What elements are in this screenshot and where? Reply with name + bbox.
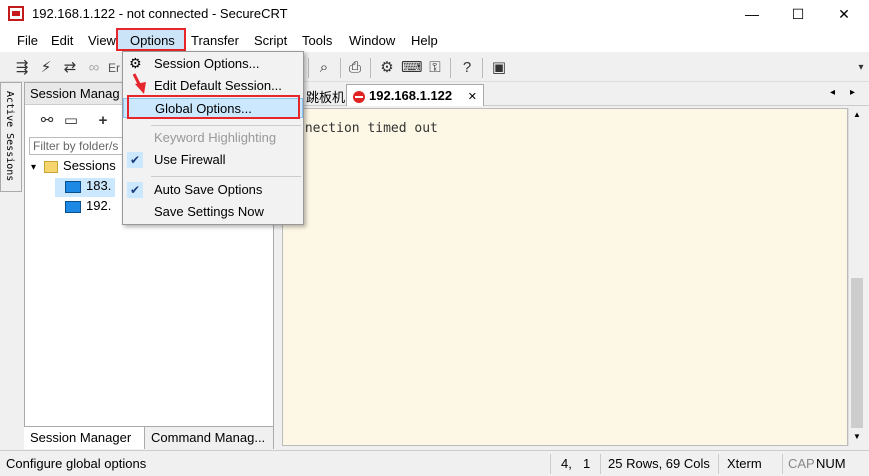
menu-edit-default-session[interactable]: Edit Default Session... [123, 76, 303, 96]
reconnect-icon[interactable]: ⇄ [60, 58, 80, 78]
menu-save-settings-now[interactable]: Save Settings Now [123, 202, 303, 222]
menu-use-firewall-label: Use Firewall [154, 152, 226, 167]
terminal-scrollbar[interactable]: ▲ ▼ [848, 108, 865, 446]
minimize-button[interactable]: — [729, 2, 775, 26]
menu-separator [151, 125, 301, 126]
close-icon[interactable]: ✕ [468, 91, 477, 103]
checkmark-icon: ✔ [127, 182, 143, 198]
active-sessions-tab[interactable]: Active Sessions [0, 82, 22, 192]
left-panel-tabs: Session Manager Command Manag... [24, 426, 274, 449]
status-term-type: Xterm [727, 456, 762, 471]
menu-script[interactable]: Script [254, 33, 287, 48]
quick-connect-icon[interactable]: ⚡ [36, 58, 56, 78]
scroll-down-icon[interactable]: ▼ [853, 432, 861, 441]
active-sessions-label: Active Sessions [4, 91, 15, 182]
help-icon[interactable]: ? [457, 58, 477, 78]
menu-view[interactable]: View [88, 33, 116, 48]
window-title: 192.168.1.122 - not connected - SecureCR… [32, 6, 288, 21]
link-icon[interactable]: ⚯ [37, 111, 57, 131]
status-cursor-col: 1 [583, 456, 591, 471]
menu-edit[interactable]: Edit [51, 33, 73, 48]
toolbar-separator [340, 58, 341, 78]
disconnect-icon[interactable]: ∞ [84, 58, 104, 78]
toolbar-separator [370, 58, 371, 78]
tree-folder-sessions[interactable]: ▾ Sessions [31, 158, 116, 177]
menu-tools[interactable]: Tools [302, 33, 332, 48]
annotation-arrow-icon [132, 73, 146, 94]
monitor-icon [65, 200, 81, 213]
menu-use-firewall[interactable]: ✔ Use Firewall [123, 150, 303, 170]
chevron-down-icon[interactable]: ▾ [31, 162, 36, 173]
toolbar-partial-label: Er [108, 61, 120, 75]
menu-auto-save-options-label: Auto Save Options [154, 182, 263, 197]
status-caps: CAP [788, 456, 815, 471]
add-icon[interactable]: + [93, 111, 113, 131]
global-options-annotation [127, 95, 300, 119]
tab-scroll-left-icon[interactable]: ◂ [830, 87, 835, 98]
status-num: NUM [816, 456, 846, 471]
status-bar: Configure global options 4, 1 25 Rows, 6… [0, 450, 869, 476]
status-cursor-row: 4, [561, 456, 572, 471]
print-icon[interactable]: ⎙ [345, 58, 365, 78]
tree-session-item[interactable]: 183. [55, 178, 115, 197]
connect-icon[interactable]: ⇶ [12, 58, 32, 78]
tab-scroll-right-icon[interactable]: ▸ [850, 87, 855, 98]
menu-options[interactable]: Options [130, 33, 175, 48]
monitor-icon [65, 180, 81, 193]
menu-separator [151, 176, 301, 177]
tab-command-manager[interactable]: Command Manag... [145, 427, 274, 449]
tab-label: 192.168.1.122 [369, 88, 453, 103]
menu-auto-save-options[interactable]: ✔ Auto Save Options [123, 180, 303, 200]
session-label: 183. [86, 178, 112, 193]
tab-192-168-1-122[interactable]: 192.168.1.122 ✕ [346, 84, 484, 106]
status-separator [718, 454, 719, 474]
toolbar-overflow-icon[interactable]: ▾ [851, 58, 869, 78]
securecrt-app-icon [8, 6, 24, 21]
status-separator [550, 454, 551, 474]
menu-help[interactable]: Help [411, 33, 438, 48]
status-message: Configure global options [6, 456, 147, 471]
disconnected-icon [353, 90, 365, 103]
toolbar-separator [308, 58, 309, 78]
window-icon[interactable]: ▭ [61, 111, 81, 131]
toolbar-separator [482, 58, 483, 78]
scroll-up-icon[interactable]: ▲ [853, 110, 861, 119]
session-label: 192. [86, 198, 112, 213]
terminal-tab-bar: 跳板机 192.168.1.122 ✕ ◂ ▸ [280, 82, 869, 106]
find-icon[interactable]: ⌕ [314, 58, 334, 78]
status-separator [782, 454, 783, 474]
folder-label: Sessions [63, 158, 116, 173]
folder-icon [44, 160, 59, 173]
menu-keyword-highlighting[interactable]: Keyword Highlighting [123, 128, 303, 148]
terminal-output: nnection timed out [297, 121, 438, 136]
key-icon[interactable]: ⚿ [425, 58, 445, 78]
menu-file[interactable]: File [17, 33, 38, 48]
menu-transfer[interactable]: Transfer [191, 33, 239, 48]
status-size: 25 Rows, 69 Cols [608, 456, 710, 471]
close-button[interactable]: ✕ [821, 2, 867, 26]
scrollbar-thumb[interactable] [851, 278, 863, 428]
keymap-icon[interactable]: ⌨ [401, 58, 423, 78]
checkmark-icon: ✔ [127, 152, 143, 168]
title-bar: 192.168.1.122 - not connected - SecureCR… [0, 0, 869, 28]
tree-session-item[interactable]: 192. [55, 198, 111, 217]
image-icon[interactable]: ▣ [489, 58, 509, 78]
menu-session-options[interactable]: Session Options... [123, 54, 303, 74]
menu-window[interactable]: Window [349, 33, 395, 48]
maximize-button[interactable]: ☐ [775, 2, 821, 26]
gear-icon[interactable]: ⚙ [377, 58, 397, 78]
toolbar-separator [450, 58, 451, 78]
status-separator [600, 454, 601, 474]
tab-jump-host[interactable]: 跳板机 [300, 84, 351, 106]
tab-session-manager[interactable]: Session Manager [24, 427, 145, 449]
terminal-area[interactable]: nnection timed out [282, 108, 848, 446]
